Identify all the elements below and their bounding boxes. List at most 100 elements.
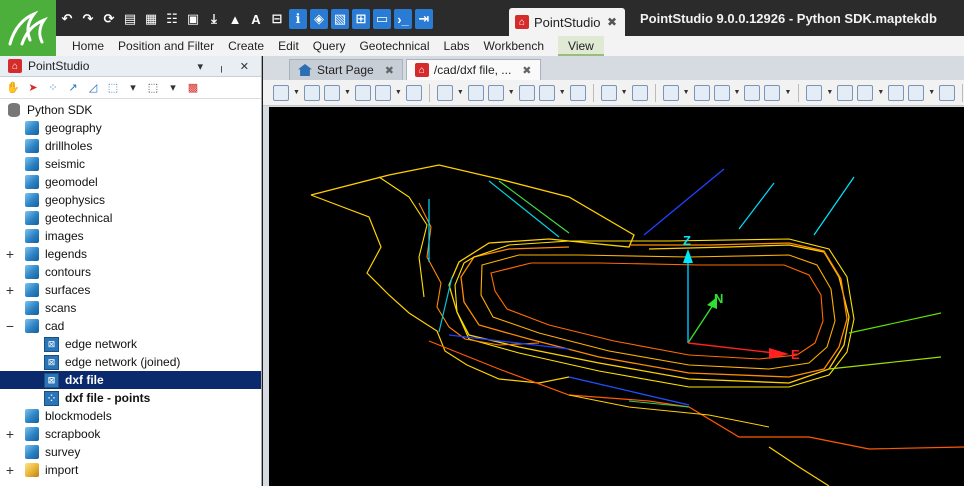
expand-icon[interactable]: + bbox=[4, 462, 16, 478]
text-icon[interactable]: A bbox=[247, 9, 265, 29]
tree-item-contours[interactable]: contours bbox=[0, 263, 261, 281]
tree-item-legends[interactable]: + legends bbox=[0, 245, 261, 263]
refresh-icon[interactable]: ⟳ bbox=[100, 9, 118, 29]
tree-item-seismic[interactable]: seismic bbox=[0, 155, 261, 173]
dropdown-icon[interactable]: ▼ bbox=[457, 89, 464, 96]
view-tool-icon[interactable] bbox=[303, 84, 320, 101]
table-icon[interactable]: ▦ bbox=[142, 9, 160, 29]
view-tool-icon[interactable] bbox=[631, 84, 648, 101]
download-icon[interactable]: ⤓ bbox=[205, 9, 223, 29]
tree-item-dxf-file[interactable]: ⊠ dxf file bbox=[0, 371, 261, 389]
dropdown-icon[interactable]: ▼ bbox=[508, 89, 515, 96]
hierarchy-icon[interactable]: ⊟ bbox=[268, 9, 286, 29]
view-tool-icon[interactable] bbox=[273, 84, 289, 101]
view-tool-icon[interactable] bbox=[600, 84, 617, 101]
dropdown-icon[interactable]: ▼ bbox=[734, 89, 741, 96]
view-tool-icon[interactable] bbox=[744, 84, 761, 101]
ribbon-tab-position-and-filter[interactable]: Position and Filter bbox=[118, 36, 228, 56]
close-icon[interactable]: ✖ bbox=[522, 64, 531, 77]
monitor-icon[interactable]: ▭ bbox=[373, 9, 391, 29]
collapse-icon[interactable]: − bbox=[4, 318, 16, 334]
dropdown-icon[interactable]: ▼ bbox=[784, 89, 791, 96]
ribbon-tab-home[interactable]: Home bbox=[72, 36, 118, 56]
tree-item-surfaces[interactable]: + surfaces bbox=[0, 281, 261, 299]
document-icon[interactable]: ▧ bbox=[331, 9, 349, 29]
view-tool-icon[interactable] bbox=[436, 84, 453, 101]
view-tool-icon[interactable] bbox=[405, 84, 422, 101]
selection-rect-icon[interactable]: ⬚ bbox=[145, 80, 161, 96]
tab-start-page[interactable]: Start Page ✖ bbox=[289, 59, 403, 80]
expand-icon[interactable]: + bbox=[4, 282, 16, 298]
select-point-icon[interactable]: ⁘ bbox=[45, 80, 61, 96]
dropdown-icon[interactable]: ▼ bbox=[826, 89, 833, 96]
exit-icon[interactable]: ⇥ bbox=[415, 9, 433, 29]
view-tool-icon[interactable] bbox=[518, 84, 535, 101]
dropdown-icon[interactable]: ▼ bbox=[293, 89, 300, 96]
ribbon-tab-geotechnical[interactable]: Geotechnical bbox=[359, 36, 443, 56]
tree-item-scans[interactable]: scans bbox=[0, 299, 261, 317]
pointer-icon[interactable]: ➤ bbox=[25, 80, 41, 96]
3d-viewport[interactable]: Z N E bbox=[269, 107, 964, 486]
redo-icon[interactable]: ↷ bbox=[79, 9, 97, 29]
view-tool-icon[interactable] bbox=[374, 84, 391, 101]
view-tool-icon[interactable] bbox=[569, 84, 586, 101]
tree-item-geomodel[interactable]: geomodel bbox=[0, 173, 261, 191]
tree-item-images[interactable]: images bbox=[0, 227, 261, 245]
windows-icon[interactable]: ⊞ bbox=[352, 9, 370, 29]
view-tool-icon[interactable] bbox=[764, 84, 781, 101]
expand-icon[interactable]: + bbox=[4, 246, 16, 262]
view-tool-icon[interactable] bbox=[939, 84, 956, 101]
tree-root[interactable]: Python SDK bbox=[0, 101, 261, 119]
dropdown-icon[interactable]: ▼ bbox=[395, 89, 402, 96]
dropdown-icon[interactable]: ▼ bbox=[559, 89, 566, 96]
view-tool-icon[interactable] bbox=[908, 84, 925, 101]
view-tool-icon[interactable] bbox=[354, 84, 371, 101]
dropdown-icon[interactable]: ▼ bbox=[344, 89, 351, 96]
sheet-icon[interactable]: ☷ bbox=[163, 9, 181, 29]
tree-item-geography[interactable]: geography bbox=[0, 119, 261, 137]
tree-item-scrapbook[interactable]: + scrapbook bbox=[0, 425, 261, 443]
console-icon[interactable]: ›_ bbox=[394, 9, 412, 29]
dropdown-icon[interactable]: ▼ bbox=[683, 89, 690, 96]
tree-item-survey[interactable]: survey bbox=[0, 443, 261, 461]
hand-icon[interactable]: ✋ bbox=[5, 80, 21, 96]
dropdown-icon[interactable]: ▾ bbox=[165, 80, 181, 96]
select-line-icon[interactable]: ↗ bbox=[65, 80, 81, 96]
tree-item-cad[interactable]: − cad bbox=[0, 317, 261, 335]
view-tool-icon[interactable] bbox=[487, 84, 504, 101]
panel-window-controls[interactable]: ▾ ╷ ✕ bbox=[198, 60, 255, 73]
tree-item-import[interactable]: + import bbox=[0, 461, 261, 479]
ribbon-tab-workbench[interactable]: Workbench bbox=[484, 36, 558, 56]
select-facet-icon[interactable]: ◿ bbox=[85, 80, 101, 96]
select-mode-icon[interactable]: ▾ bbox=[125, 80, 141, 96]
ribbon-tab-create[interactable]: Create bbox=[228, 36, 278, 56]
dropdown-icon[interactable]: ▼ bbox=[621, 89, 628, 96]
view-tool-icon[interactable] bbox=[888, 84, 905, 101]
close-icon[interactable]: ✖ bbox=[607, 15, 617, 29]
tree-item-edge-network[interactable]: ⊠ edge network bbox=[0, 335, 261, 353]
tree-item-dxf-file-points[interactable]: ⁘ dxf file - points bbox=[0, 389, 261, 407]
view-tool-icon[interactable] bbox=[806, 84, 823, 101]
cube-icon[interactable]: ◈ bbox=[310, 9, 328, 29]
ribbon-tab-edit[interactable]: Edit bbox=[278, 36, 313, 56]
select-box-icon[interactable]: ⬚ bbox=[105, 80, 121, 96]
tree-item-edge-network-joined[interactable]: ⊠ edge network (joined) bbox=[0, 353, 261, 371]
undo-icon[interactable]: ↶ bbox=[58, 9, 76, 29]
info-icon[interactable]: ℹ bbox=[289, 9, 307, 29]
dropdown-icon[interactable]: ▼ bbox=[877, 89, 884, 96]
expand-icon[interactable]: + bbox=[4, 426, 16, 442]
sheet2-icon[interactable]: ▣ bbox=[184, 9, 202, 29]
view-tool-icon[interactable] bbox=[662, 84, 679, 101]
view-tool-icon[interactable] bbox=[713, 84, 730, 101]
view-tool-icon[interactable] bbox=[837, 84, 854, 101]
tree-item-geotechnical[interactable]: geotechnical bbox=[0, 209, 261, 227]
view-tool-icon[interactable] bbox=[693, 84, 710, 101]
view-tool-icon[interactable] bbox=[857, 84, 874, 101]
view-tool-icon[interactable] bbox=[467, 84, 484, 101]
app-logo-icon[interactable] bbox=[0, 0, 56, 56]
report-icon[interactable]: ▤ bbox=[121, 9, 139, 29]
tree-item-drillholes[interactable]: drillholes bbox=[0, 137, 261, 155]
dropdown-icon[interactable]: ▼ bbox=[928, 89, 935, 96]
view-tool-icon[interactable] bbox=[323, 84, 340, 101]
tree-item-geophysics[interactable]: geophysics bbox=[0, 191, 261, 209]
